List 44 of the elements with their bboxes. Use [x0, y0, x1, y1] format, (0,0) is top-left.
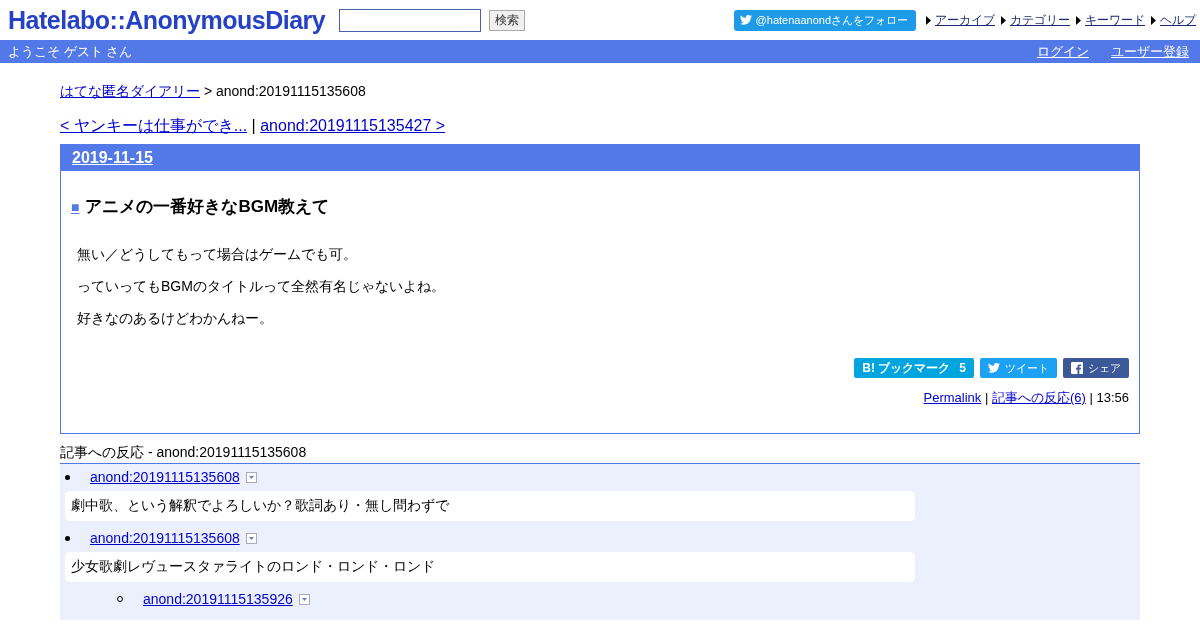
- nav-link[interactable]: ヘルプ: [1160, 11, 1196, 29]
- response-link[interactable]: anond:20191115135608: [90, 469, 240, 485]
- entry-paragraph: 好きなのあるけどわかんねー。: [77, 309, 274, 328]
- separator: |: [1089, 390, 1093, 405]
- bullet-icon: [65, 535, 70, 541]
- search-field[interactable]: [339, 8, 482, 32]
- facebook-icon: [1071, 362, 1083, 374]
- dropdown-icon[interactable]: [245, 532, 257, 544]
- response-text: 少女歌劇レヴュースタァライトのロンド・ロンド・ロンド: [65, 552, 915, 582]
- entry-time: 13:56: [1096, 390, 1129, 405]
- date-link[interactable]: 2019-11-15: [72, 149, 153, 167]
- reactions-link[interactable]: 記事への反応(6): [991, 390, 1086, 405]
- prev-entry-link[interactable]: < ヤンキーは仕事ができ...: [60, 117, 248, 134]
- bird-icon: [739, 15, 752, 25]
- entry-marker[interactable]: ■: [71, 198, 80, 215]
- entry-title: アニメの一番好きなBGM教えて: [85, 196, 330, 218]
- nav-link[interactable]: キーワード: [1085, 11, 1145, 29]
- arrow-icon: [926, 15, 932, 25]
- facebook-button[interactable]: シェア: [1063, 358, 1129, 378]
- dropdown-icon[interactable]: [298, 593, 310, 605]
- breadcrumb-link[interactable]: はてな匿名ダイアリー: [60, 83, 200, 99]
- separator: |: [984, 390, 989, 405]
- search-button[interactable]: 検索: [489, 9, 526, 31]
- entry-paragraph: 無い／どうしてもって場合はゲームでも可。: [77, 245, 358, 264]
- breadcrumb-current: > anond:20191115135608: [203, 83, 366, 99]
- nav-link[interactable]: カテゴリー: [1010, 11, 1070, 29]
- account-link[interactable]: ユーザー登録: [1111, 42, 1189, 61]
- bullet-icon: [65, 474, 70, 480]
- arrow-icon: [1076, 15, 1082, 25]
- arrow-icon: [1151, 15, 1157, 25]
- permalink-link[interactable]: Permalink: [923, 390, 982, 405]
- account-link[interactable]: ログイン: [1037, 42, 1089, 61]
- response-link[interactable]: anond:20191115135608: [90, 530, 240, 546]
- nav-link[interactable]: アーカイブ: [935, 11, 995, 29]
- bird-icon: [988, 363, 1000, 373]
- response-link[interactable]: anond:20191115135926: [143, 591, 293, 607]
- separator: |: [251, 117, 256, 134]
- entry-paragraph: っていってもBGMのタイトルって全然有名じゃないよね。: [77, 277, 446, 296]
- arrow-icon: [1001, 15, 1007, 25]
- dropdown-icon[interactable]: [245, 471, 257, 483]
- response-text: 劇中歌、という解釈でよろしいか？歌詞あり・無し問わずで: [65, 491, 915, 521]
- next-entry-link[interactable]: anond:20191115135427 >: [260, 117, 446, 134]
- site-logo[interactable]: Hatelabo::AnonymousDiary: [8, 5, 326, 35]
- welcome-text: ようこそ ゲスト さん: [8, 42, 133, 61]
